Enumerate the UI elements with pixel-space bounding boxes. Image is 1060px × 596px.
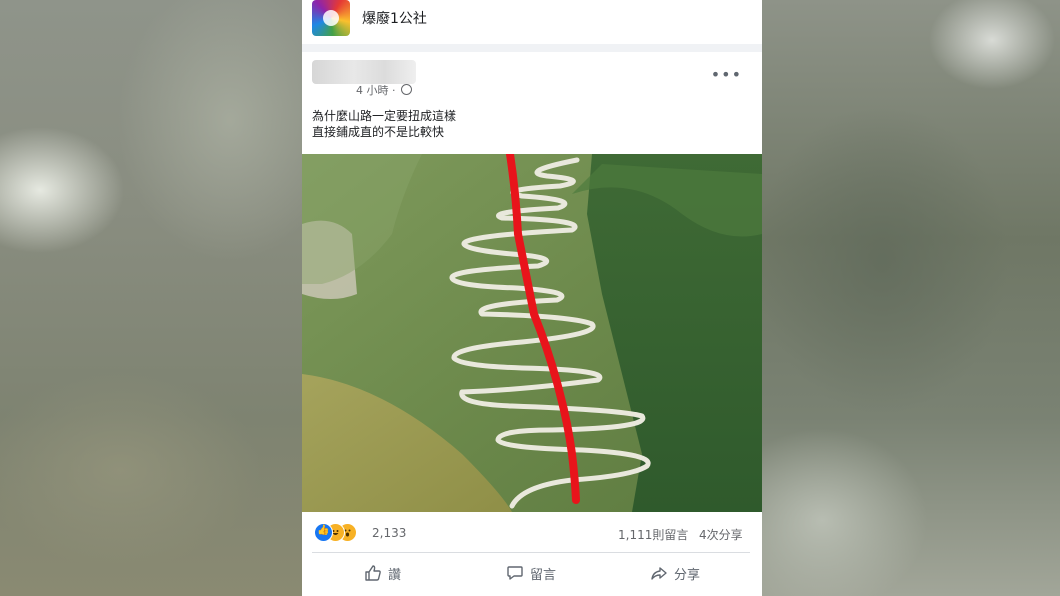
like-icon bbox=[365, 565, 381, 581]
background-right bbox=[762, 0, 1060, 596]
blurred-avatar bbox=[312, 60, 416, 84]
post-photo[interactable] bbox=[302, 154, 762, 512]
share-icon bbox=[651, 567, 667, 580]
page-name[interactable]: 爆廢1公社 bbox=[362, 8, 427, 28]
shares-count[interactable]: 4次分享 bbox=[699, 526, 743, 543]
post-screenshot-panel: 爆廢1公社 4 小時 · ••• 為什麼山路一定要扭成這樣 直接鋪成直的不是比較… bbox=[302, 0, 762, 596]
like-label: 讚 bbox=[388, 567, 402, 583]
background-left bbox=[0, 0, 302, 596]
globe-icon bbox=[401, 84, 412, 95]
page-header: 爆廢1公社 bbox=[302, 0, 762, 44]
comment-label: 留言 bbox=[530, 567, 557, 583]
separator: · bbox=[388, 84, 399, 97]
share-label: 分享 bbox=[674, 567, 701, 583]
post-time-label[interactable]: 4 小時 bbox=[356, 84, 389, 97]
post-card: 4 小時 · ••• 為什麼山路一定要扭成這樣 直接鋪成直的不是比較快 👍 2,… bbox=[302, 52, 762, 596]
comment-button[interactable]: 留言 bbox=[506, 562, 556, 584]
divider bbox=[312, 552, 750, 553]
more-icon[interactable]: ••• bbox=[711, 67, 742, 83]
page-logo[interactable] bbox=[312, 0, 350, 36]
reaction-count: 2,133 bbox=[372, 526, 407, 540]
share-button[interactable]: 分享 bbox=[650, 562, 700, 584]
like-reaction-icon bbox=[314, 523, 333, 542]
post-text-line: 為什麼山路一定要扭成這樣 bbox=[312, 109, 457, 123]
post-time[interactable]: 4 小時 · bbox=[356, 82, 412, 98]
post-text: 為什麼山路一定要扭成這樣 直接鋪成直的不是比較快 bbox=[312, 108, 456, 140]
post-text-line: 直接鋪成直的不是比較快 bbox=[312, 125, 445, 139]
comment-icon bbox=[507, 566, 523, 580]
like-button[interactable]: 讚 bbox=[364, 562, 401, 584]
mountain-road-photo bbox=[302, 154, 762, 512]
comments-count[interactable]: 1,111則留言 bbox=[618, 526, 688, 543]
